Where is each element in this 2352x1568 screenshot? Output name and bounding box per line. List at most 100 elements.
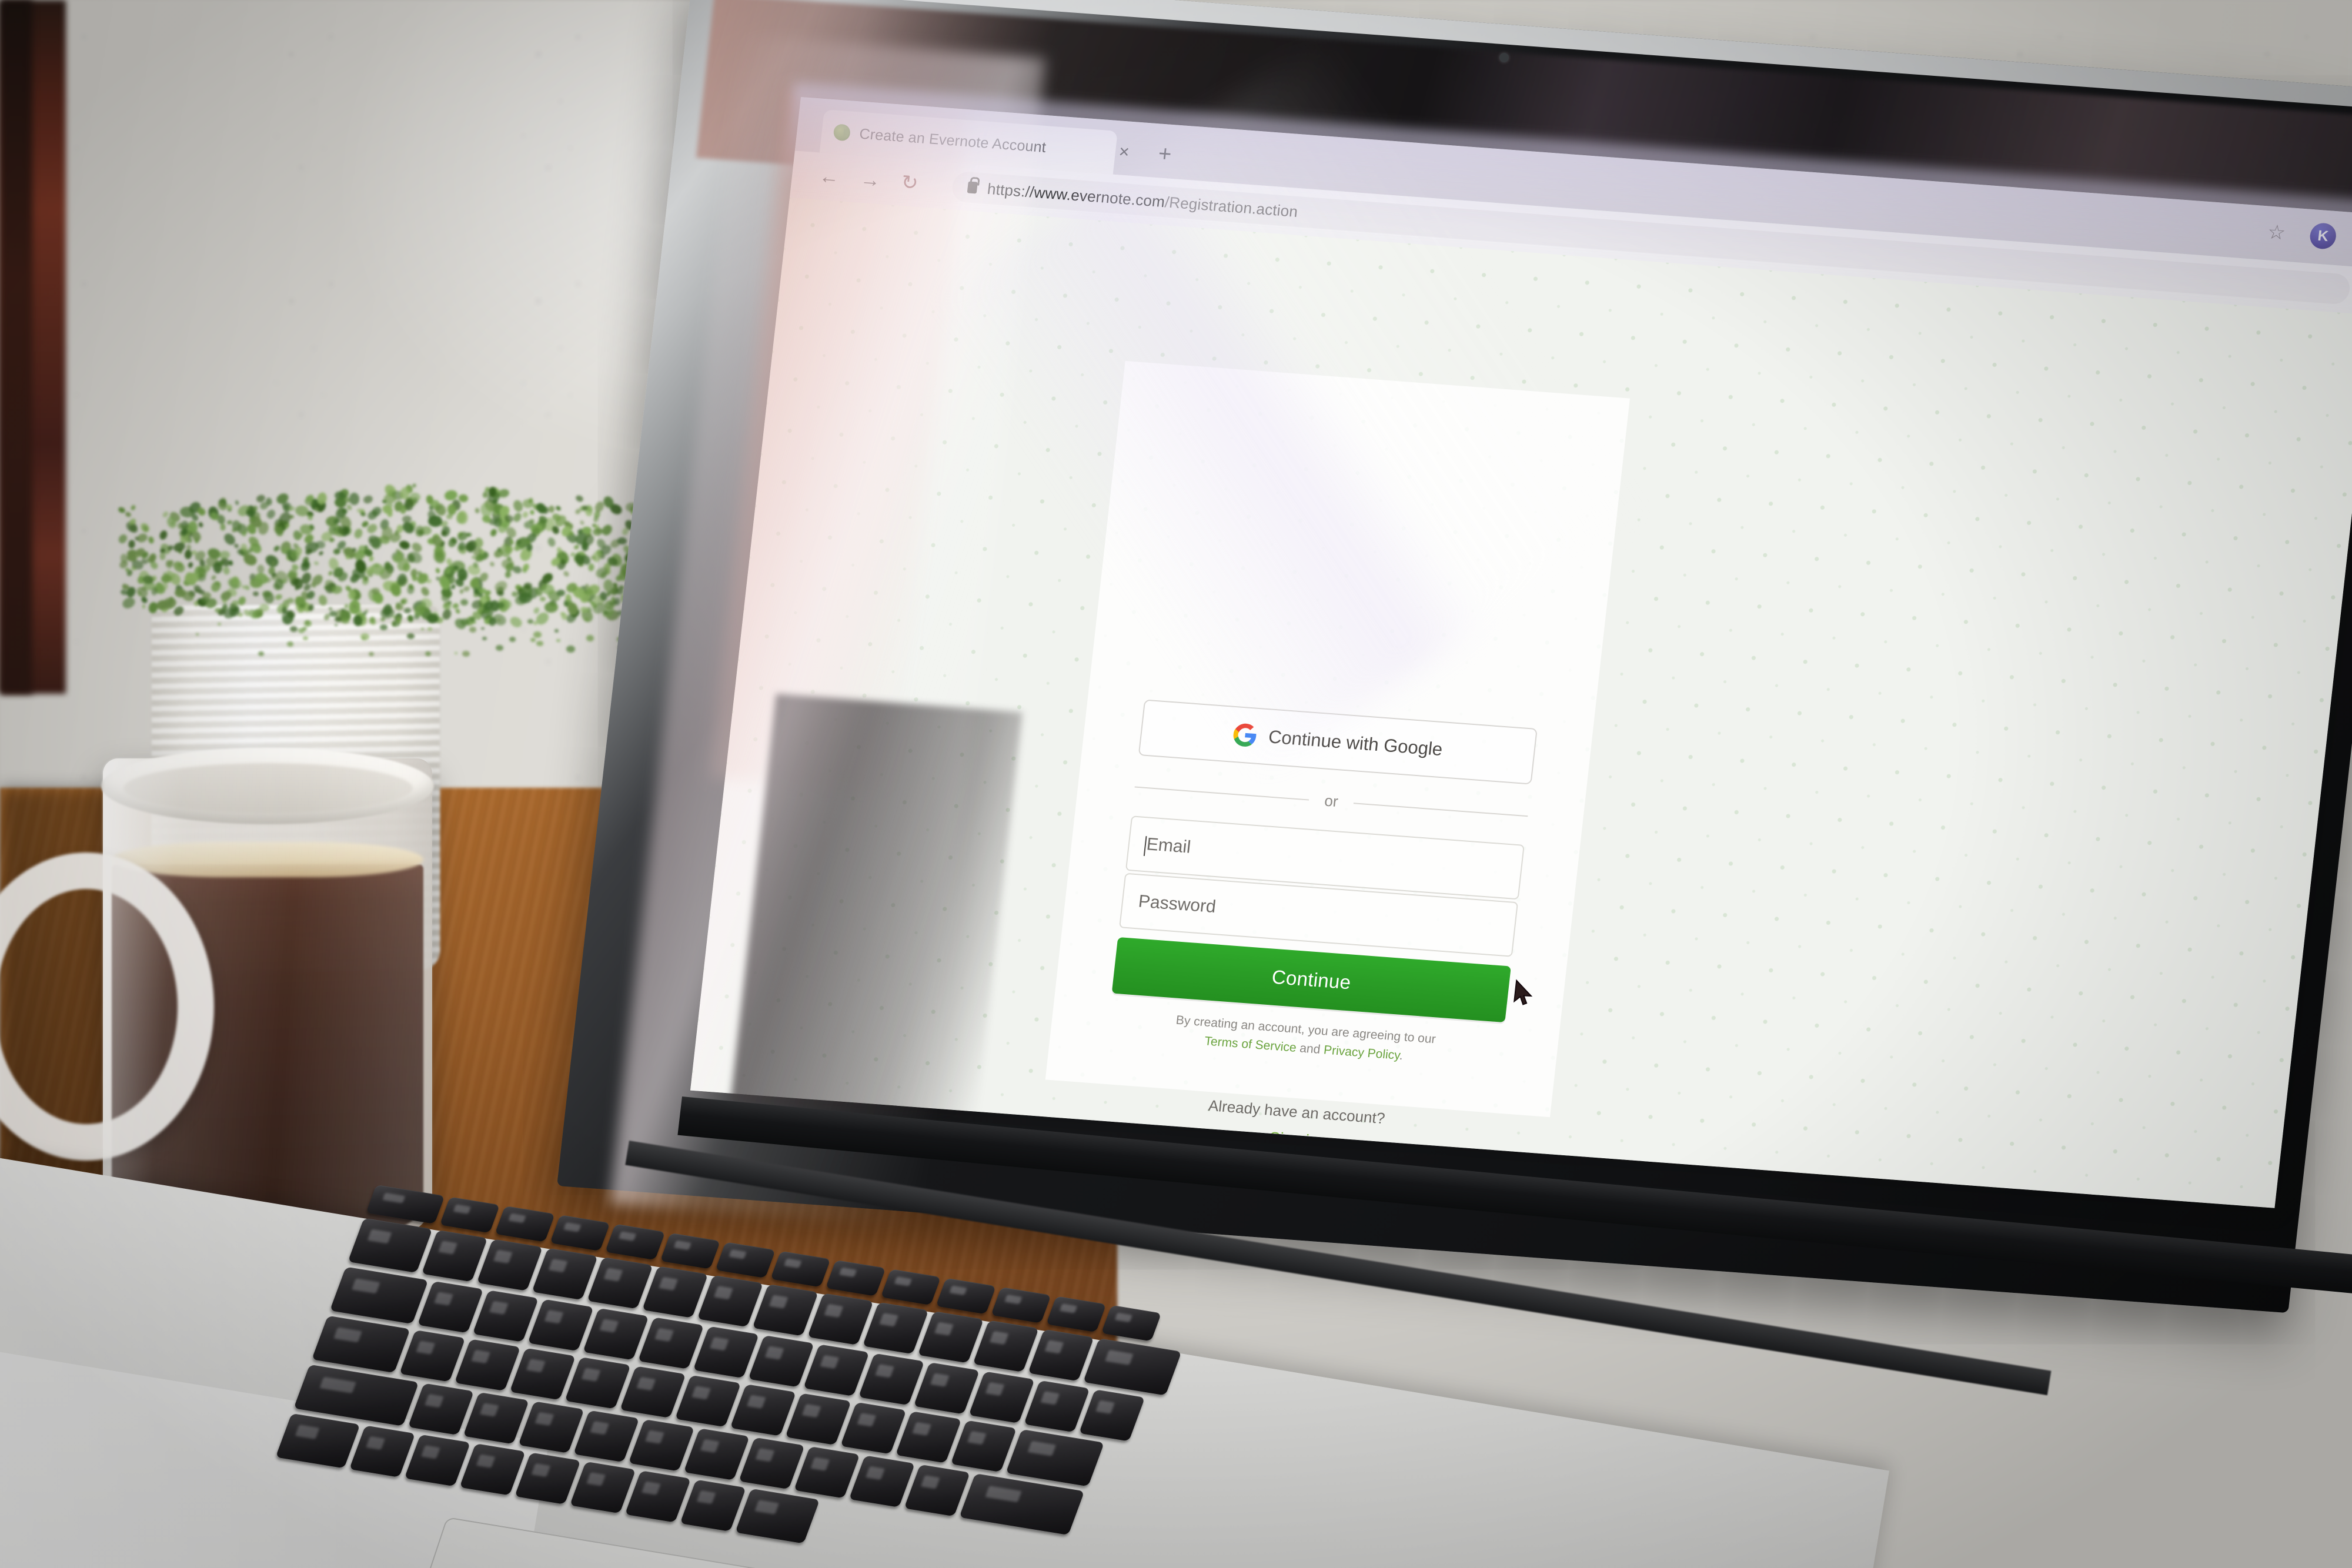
keyboard-key[interactable]: [936, 1278, 996, 1315]
keyboard-key[interactable]: [605, 1224, 666, 1261]
keyboard-key[interactable]: [849, 1455, 915, 1507]
keyboard-key[interactable]: [550, 1215, 610, 1251]
keyboard-key[interactable]: [276, 1413, 360, 1469]
keyboard-key[interactable]: [1079, 1389, 1145, 1441]
keyboard-key[interactable]: [863, 1302, 928, 1354]
registration-card: Continue with Google or Email Password C…: [1045, 361, 1630, 1117]
keyboard-key[interactable]: [715, 1242, 776, 1278]
keyboard-key[interactable]: [735, 1489, 820, 1544]
keyboard-key[interactable]: [348, 1218, 433, 1273]
keyboard-key[interactable]: [914, 1362, 980, 1414]
keyboard-key[interactable]: [440, 1197, 500, 1233]
keyboard-key[interactable]: [532, 1248, 597, 1300]
keyboard-key[interactable]: [858, 1353, 924, 1405]
keyboard-key[interactable]: [477, 1239, 543, 1290]
keyboard-key[interactable]: [697, 1275, 763, 1327]
continue-button-label: Continue: [1271, 966, 1352, 994]
keyboard-key[interactable]: [684, 1428, 750, 1480]
keyboard-key[interactable]: [918, 1311, 984, 1363]
keyboard-key[interactable]: [510, 1348, 576, 1400]
keyboard-key[interactable]: [399, 1330, 465, 1382]
or-divider: or: [1134, 778, 1529, 825]
keyboard-key[interactable]: [748, 1335, 814, 1387]
keyboard-key[interactable]: [807, 1293, 873, 1345]
keyboard-key[interactable]: [1028, 1329, 1094, 1381]
divider-line-right: [1353, 803, 1528, 817]
keyboard-key[interactable]: [881, 1269, 941, 1305]
keyboard-key[interactable]: [991, 1287, 1051, 1323]
keyboard-key[interactable]: [1024, 1380, 1090, 1432]
keyboard-key[interactable]: [495, 1206, 555, 1242]
keyboard-key[interactable]: [1005, 1429, 1104, 1486]
keyboard-key[interactable]: [1083, 1338, 1182, 1395]
keyboard-key[interactable]: [904, 1465, 970, 1516]
keyboard-key[interactable]: [587, 1257, 653, 1309]
keyboard-key[interactable]: [583, 1308, 649, 1360]
password-placeholder: Password: [1137, 892, 1217, 918]
lock-icon: [967, 181, 977, 193]
keyboard-key[interactable]: [680, 1480, 746, 1532]
keyboard-key[interactable]: [794, 1446, 860, 1498]
keyboard-key[interactable]: [973, 1320, 1038, 1372]
keyboard-key[interactable]: [951, 1420, 1017, 1472]
keyboard-key[interactable]: [968, 1371, 1034, 1423]
keyboard-key[interactable]: [366, 1185, 445, 1224]
keyboard-key[interactable]: [405, 1435, 470, 1486]
keyboard-key[interactable]: [620, 1366, 686, 1417]
forward-icon[interactable]: →: [859, 169, 881, 190]
keyboard-key[interactable]: [564, 1357, 630, 1409]
keyboard-key[interactable]: [570, 1462, 636, 1513]
keyboard-key[interactable]: [625, 1470, 691, 1522]
keyboard-key[interactable]: [527, 1299, 593, 1351]
keyboard-key[interactable]: [514, 1452, 580, 1504]
keyboard-key[interactable]: [693, 1326, 759, 1378]
keyboard-key[interactable]: [803, 1344, 869, 1396]
keyboard-key[interactable]: [473, 1290, 539, 1342]
keyboard-key[interactable]: [349, 1425, 415, 1477]
keyboard-key[interactable]: [826, 1260, 886, 1296]
reload-icon[interactable]: ↻: [900, 172, 919, 193]
keyboard-key[interactable]: [896, 1411, 961, 1463]
privacy-policy-link[interactable]: Privacy Policy: [1323, 1043, 1400, 1062]
profile-avatar[interactable]: K: [2308, 222, 2337, 250]
bookmark-star-icon[interactable]: ☆: [2267, 222, 2287, 243]
keyboard-key[interactable]: [463, 1392, 529, 1444]
keyboard-key[interactable]: [730, 1384, 796, 1436]
terms-of-service-link[interactable]: Terms of Service: [1204, 1034, 1297, 1054]
keyboard-key[interactable]: [752, 1284, 818, 1336]
keyboard-key[interactable]: [1046, 1296, 1107, 1332]
url-path: /Registration.action: [1164, 193, 1298, 220]
keyboard-key[interactable]: [459, 1443, 525, 1495]
google-g-icon: [1232, 723, 1258, 748]
keyboard-key[interactable]: [629, 1419, 694, 1471]
keyboard-key[interactable]: [638, 1317, 704, 1369]
registration-form: Continue with Google or Email Password C…: [1096, 699, 1538, 1163]
keyboard-key[interactable]: [573, 1410, 639, 1462]
keyboard-key[interactable]: [518, 1401, 584, 1453]
evernote-elephant-icon: [833, 123, 851, 141]
tab-close-icon[interactable]: ×: [1118, 143, 1130, 161]
keyboard-key[interactable]: [675, 1375, 741, 1427]
keyboard-key[interactable]: [739, 1437, 804, 1489]
keyboard-key[interactable]: [312, 1316, 410, 1373]
keyboard-key[interactable]: [1101, 1305, 1162, 1342]
keyboard-key[interactable]: [660, 1233, 721, 1269]
keyboard-key[interactable]: [840, 1402, 906, 1454]
continue-with-google-button[interactable]: Continue with Google: [1138, 699, 1538, 784]
keyboard-key[interactable]: [455, 1339, 520, 1390]
new-tab-icon[interactable]: +: [1157, 142, 1172, 165]
back-icon[interactable]: ←: [818, 166, 840, 188]
laptop: Create an Evernote Account × + ☆ K ← → ↻: [0, 0, 2352, 1568]
photo-scene: Create an Evernote Account × + ☆ K ← → ↻: [0, 0, 2352, 1568]
keyboard-key[interactable]: [408, 1383, 474, 1435]
address-bar-url: https://www.evernote.com/Registration.ac…: [986, 179, 1298, 220]
keyboard-key[interactable]: [330, 1266, 429, 1323]
keyboard-key[interactable]: [422, 1230, 487, 1282]
keyboard-key[interactable]: [417, 1281, 483, 1333]
keyboard-key[interactable]: [770, 1251, 831, 1288]
or-label: or: [1324, 792, 1339, 811]
laptop-screen: Create an Evernote Account × + ☆ K ← → ↻: [690, 97, 2352, 1208]
keyboard-key[interactable]: [785, 1393, 851, 1445]
web-page: Continue with Google or Email Password C…: [690, 198, 2352, 1208]
keyboard-key[interactable]: [642, 1266, 708, 1318]
